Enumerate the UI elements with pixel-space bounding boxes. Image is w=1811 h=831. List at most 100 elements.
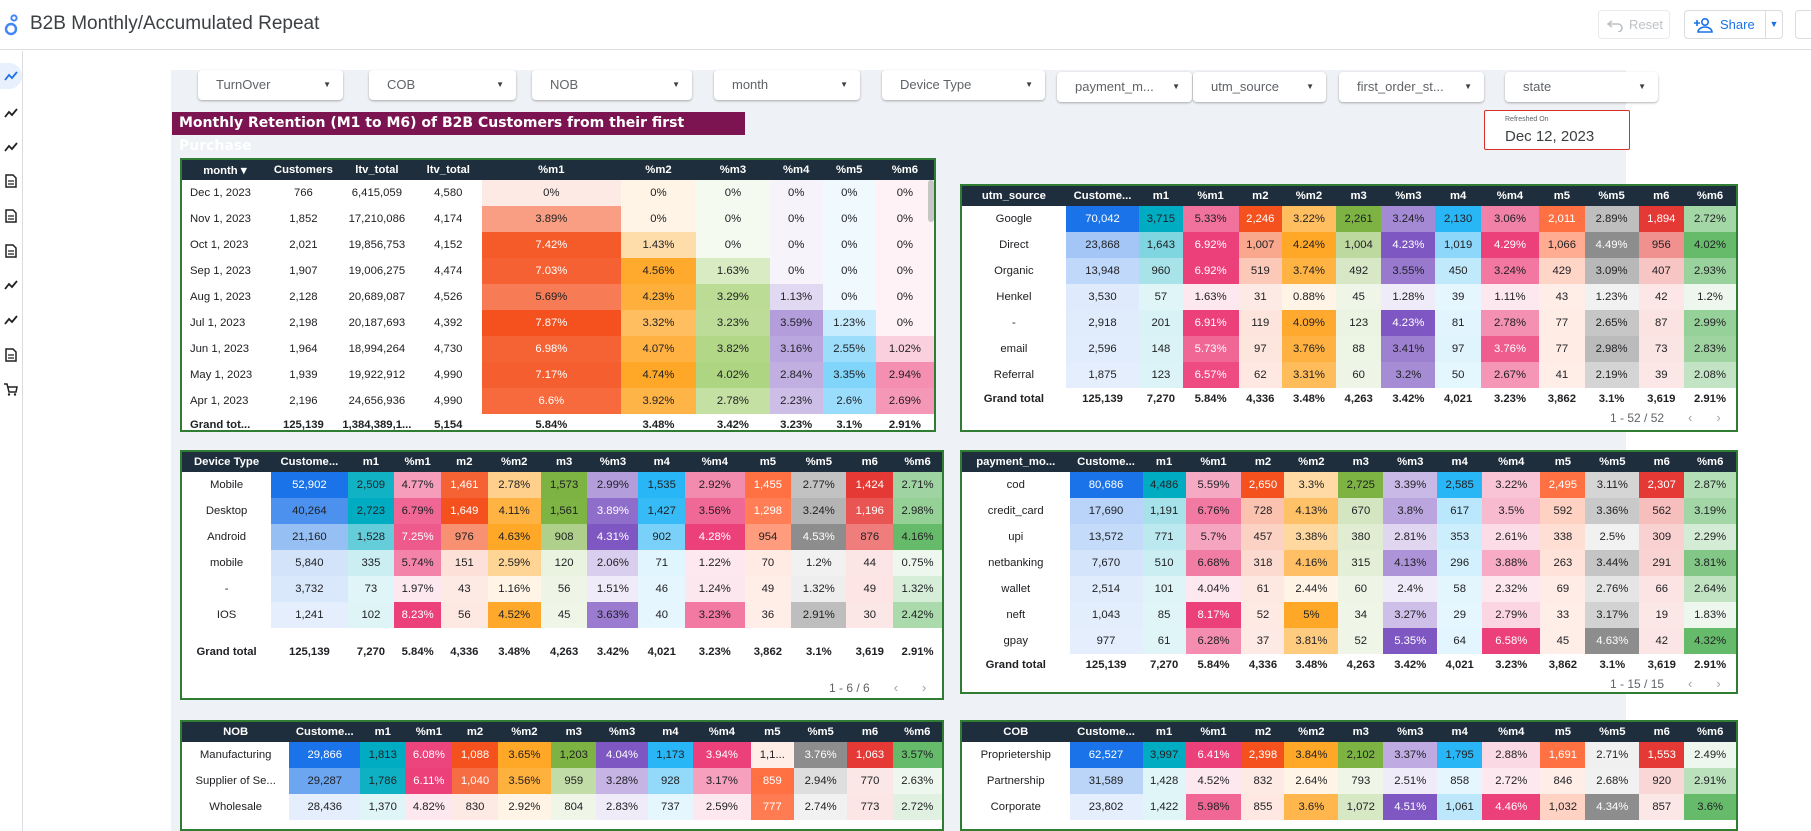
column-header[interactable]: m3 [1335, 186, 1382, 206]
column-header[interactable]: %m6 [1684, 722, 1736, 742]
table-row[interactable]: Mobile 52,902 2,509 4.77% 1,461 2.78% 1,573 2.9… [182, 472, 942, 498]
column-header[interactable]: Customers [267, 160, 340, 180]
column-header[interactable]: m1 [347, 452, 395, 472]
table-row[interactable]: Wholesale 28,436 1,370 4.82% 830 2.92% 804 2.83… [182, 794, 942, 820]
page-nav-document-icon[interactable] [0, 238, 22, 264]
filter-state[interactable]: state ▼ [1505, 72, 1658, 102]
filter-payment-m[interactable]: payment_m... ▼ [1057, 72, 1192, 102]
page-nav-document-icon[interactable] [0, 342, 22, 368]
column-header[interactable]: %m6 [892, 722, 942, 742]
column-header[interactable]: m3 [540, 452, 588, 472]
column-header[interactable]: m5 [750, 722, 794, 742]
column-header[interactable]: ltv_total [339, 160, 415, 180]
previous-page-icon[interactable]: ‹ [1688, 410, 1692, 425]
column-header[interactable]: utm_source [962, 186, 1066, 206]
column-header[interactable]: m3 [1338, 722, 1384, 742]
filter-turnover[interactable]: TurnOver ▼ [198, 70, 343, 100]
column-header[interactable]: %m6 [1684, 186, 1736, 206]
column-header[interactable]: %m2 [1281, 186, 1336, 206]
column-header[interactable]: %m6 [875, 160, 934, 180]
page-nav-cart-icon[interactable] [0, 376, 22, 402]
column-header[interactable]: %m2 [1284, 722, 1339, 742]
table-row[interactable]: Sep 1, 2023 1,907 19,006,275 4,474 7.03% 4.56… [182, 258, 934, 284]
column-header[interactable]: %m1 [1185, 452, 1242, 472]
table-row[interactable]: Organic 13,948 960 6.92% 519 3.74% 492 3.55% 450… [962, 258, 1736, 284]
filter-utm-source[interactable]: utm_source ▼ [1193, 72, 1326, 102]
column-header[interactable]: %m1 [1182, 186, 1239, 206]
column-header[interactable]: m2 [1238, 186, 1282, 206]
page-nav-document-icon[interactable] [0, 168, 22, 194]
column-header[interactable]: NOB [182, 722, 290, 742]
column-header[interactable]: month ▾ [182, 160, 268, 180]
column-header[interactable]: %m4 [769, 160, 823, 180]
column-header[interactable]: %m4 [1480, 186, 1540, 206]
column-header[interactable]: m6 [1639, 722, 1685, 742]
table-row[interactable]: Direct 23,868 1,643 6.92% 1,007 4.24% 1,004 4.2… [962, 232, 1736, 258]
table-row[interactable]: May 1, 2023 1,939 19,922,912 4,990 7.17% 4.74… [182, 362, 934, 388]
table-row[interactable]: credit_card 17,690 1,191 6.76% 728 4.13% 670 3.… [962, 498, 1736, 524]
share-dropdown-caret-icon[interactable]: ▼ [1765, 10, 1783, 39]
table-row[interactable]: -2,918 201 6.91% 119 4.09% 123 4.23% 81 2.78% 77 2… [962, 310, 1736, 336]
column-header[interactable]: %m5 [1585, 722, 1640, 742]
column-header[interactable]: %m3 [1383, 452, 1438, 472]
table-row[interactable]: IOS 1,241 102 8.23% 56 4.52% 45 3.63% 40 3.23% 36 2… [182, 602, 942, 628]
column-header[interactable]: m2 [1241, 722, 1285, 742]
next-page-icon[interactable]: › [1716, 410, 1720, 425]
share-button[interactable]: Share [1684, 10, 1766, 39]
column-header[interactable]: %m5 [1584, 186, 1639, 206]
column-header[interactable]: m6 [1638, 186, 1684, 206]
column-header[interactable]: %m3 [696, 160, 770, 180]
column-header[interactable]: %m2 [487, 452, 541, 472]
column-header[interactable]: m5 [744, 452, 792, 472]
table-row[interactable]: Nov 1, 2023 1,852 17,210,086 4,174 3.89% 0% 0%… [182, 206, 934, 232]
column-header[interactable]: Custome... [1069, 722, 1143, 742]
table-row[interactable]: wallet 2,514 101 4.04% 61 2.44% 60 2.4% 58 2.32% 6… [962, 576, 1736, 602]
filter-first-order-st[interactable]: first_order_st... ▼ [1339, 72, 1484, 102]
column-header[interactable]: payment_mo... [962, 452, 1070, 472]
column-header[interactable]: m6 [846, 452, 894, 472]
table-row[interactable]: Desktop 40,264 2,723 6.79% 1,649 4.11% 1,561 3.… [182, 498, 942, 524]
column-header[interactable]: m5 [1539, 186, 1585, 206]
page-nav-trend-icon[interactable] [0, 134, 22, 160]
column-header[interactable]: %m3 [587, 452, 639, 472]
column-header[interactable]: ltv_total [414, 160, 482, 180]
column-header[interactable]: m4 [1437, 452, 1483, 472]
column-header[interactable]: %m2 [620, 160, 697, 180]
column-header[interactable]: m5 [1540, 722, 1586, 742]
page-nav-trend-icon[interactable] [0, 307, 22, 333]
page-nav-document-icon[interactable] [0, 203, 22, 229]
filter-device-type[interactable]: Device Type ▼ [882, 70, 1045, 100]
table-row[interactable]: Android 21,160 1,528 7.25% 976 4.63% 908 4.31% 9… [182, 524, 942, 550]
column-header[interactable]: Custome... [1065, 186, 1140, 206]
more-button[interactable] [1795, 10, 1811, 39]
table-row[interactable]: Partnership 31,589 1,428 4.52% 832 2.64% 793 2.… [962, 768, 1736, 794]
column-header[interactable]: %m3 [596, 722, 648, 742]
column-header[interactable]: Custome... [271, 452, 348, 472]
table-row[interactable]: Corporate 23,802 1,422 5.98% 855 3.6% 1,072 4.5… [962, 794, 1736, 820]
previous-page-icon[interactable]: ‹ [1688, 676, 1692, 691]
page-nav-trend-icon[interactable] [0, 100, 22, 126]
page-nav-trend-icon[interactable] [0, 63, 22, 89]
table-row[interactable]: Manufacturing 29,866 1,813 6.08% 1,088 3.65% 1… [182, 742, 942, 768]
column-header[interactable]: %m1 [1185, 722, 1242, 742]
table-row[interactable]: Proprietership 62,527 3,997 6.41% 2,398 3.84%… [962, 742, 1736, 768]
table-row[interactable]: Oct 1, 2023 2,021 19,856,753 4,152 7.42% 1.43… [182, 232, 934, 258]
column-header[interactable]: %m2 [1284, 452, 1339, 472]
table-row[interactable]: Google 70,042 3,715 5.33% 2,246 3.22% 2,261 3.2… [962, 206, 1736, 232]
table-row[interactable]: gpay 977 61 6.28% 37 3.81% 52 5.35% 64 6.58% 45 4.6… [962, 628, 1736, 654]
column-header[interactable]: %m3 [1381, 186, 1436, 206]
column-header[interactable]: %m2 [497, 722, 552, 742]
filter-month[interactable]: month ▼ [714, 70, 860, 100]
column-header[interactable]: %m5 [791, 452, 847, 472]
column-header[interactable]: %m1 [481, 160, 621, 180]
column-header[interactable]: %m6 [893, 452, 942, 472]
column-header[interactable]: Device Type [182, 452, 272, 472]
table-row[interactable]: Henkel 3,530 57 1.63% 31 0.88% 45 1.28% 39 1.11% 4… [962, 284, 1736, 310]
table-row[interactable]: netbanking 7,670 510 6.68% 318 4.16% 315 4.13% 2… [962, 550, 1736, 576]
column-header[interactable]: %m4 [1482, 452, 1541, 472]
column-header[interactable]: COB [962, 722, 1070, 742]
table-row[interactable]: -3,732 73 1.97% 43 1.16% 56 1.51% 46 1.24% 49 1.32… [182, 576, 942, 602]
column-header[interactable]: m4 [1435, 186, 1481, 206]
column-header[interactable]: m2 [452, 722, 498, 742]
column-header[interactable]: %m4 [692, 722, 751, 742]
